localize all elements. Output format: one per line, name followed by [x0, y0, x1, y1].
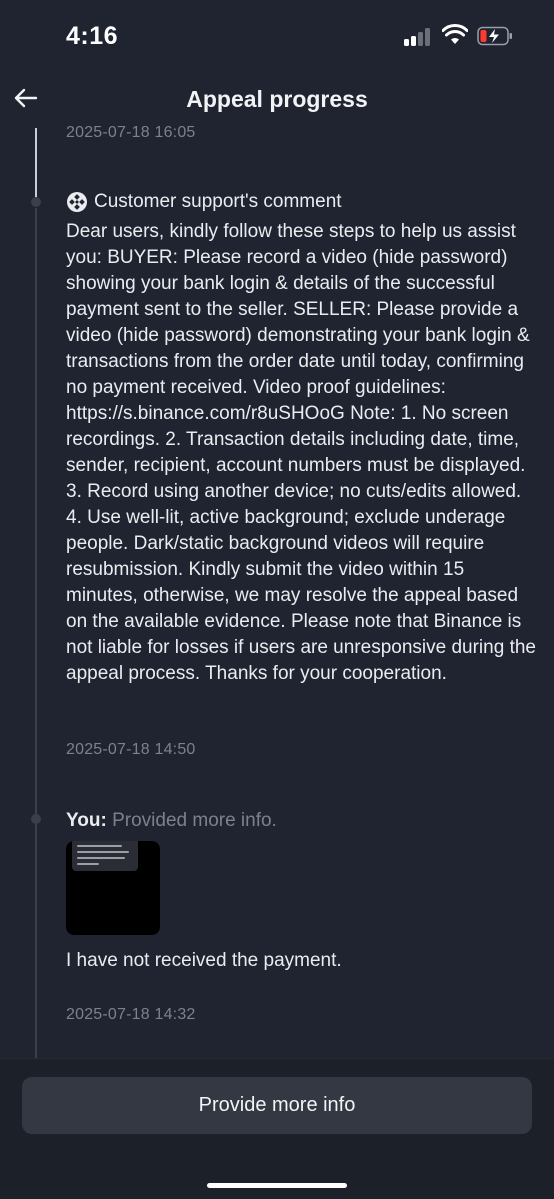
- support-comment-body: Dear users, kindly follow these steps to…: [66, 221, 536, 684]
- timeline-dot: [31, 197, 41, 207]
- entry-timestamp: 2025-07-18 16:05: [66, 124, 196, 141]
- support-comment-header: Customer support's comment: [66, 189, 342, 215]
- status-bar: 4:16: [0, 0, 554, 72]
- thumbnail-notification-preview: [72, 841, 138, 871]
- entry-timestamp: 2025-07-18 14:32: [66, 1006, 196, 1023]
- support-comment-title: Customer support's comment: [94, 191, 342, 212]
- page-title: Appeal progress: [186, 86, 368, 112]
- attachment-thumbnail[interactable]: [66, 841, 160, 935]
- user-entry-header: You: Provided more info.: [66, 810, 277, 832]
- page-header: Appeal progress: [0, 72, 554, 128]
- provide-more-info-button[interactable]: Provide more info: [22, 1077, 532, 1134]
- user-label: You:: [66, 810, 107, 831]
- user-action: Provided more info.: [112, 810, 277, 831]
- user-message: I have not received the payment.: [66, 950, 342, 971]
- home-indicator: [207, 1183, 347, 1188]
- timeline-line-active: [35, 128, 37, 200]
- battery-low-charging-icon: [477, 26, 512, 46]
- wifi-icon: [442, 24, 468, 44]
- status-time: 4:16: [66, 22, 119, 50]
- timeline-line: [35, 208, 37, 1058]
- binance-logo-icon: [67, 192, 87, 212]
- cellular-signal-icon: [404, 28, 434, 46]
- timeline-dot: [31, 814, 41, 824]
- entry-timestamp: 2025-07-18 14:50: [66, 741, 196, 758]
